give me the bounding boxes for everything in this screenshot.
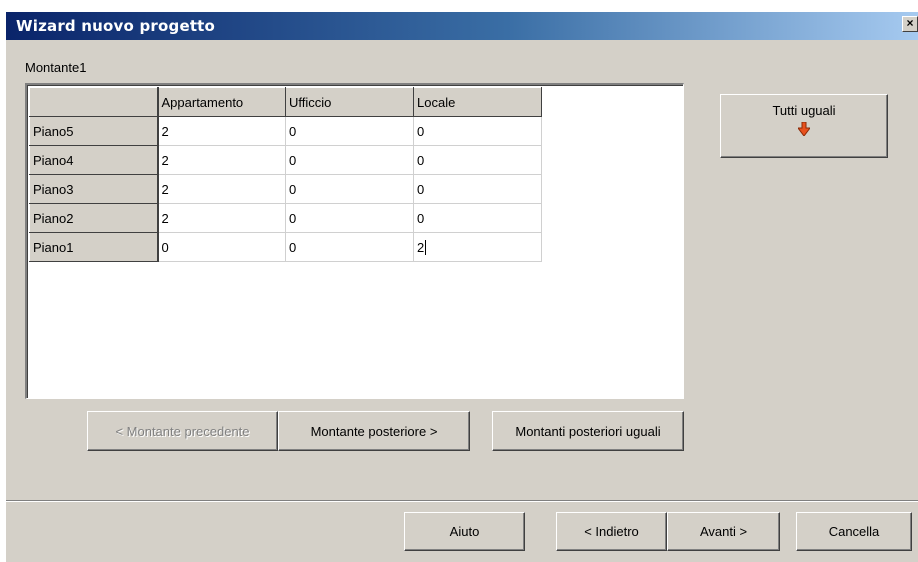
grid-cell[interactable]: 0 [285, 174, 414, 204]
all-same-label: Tutti uguali [772, 103, 836, 118]
next-riser-button[interactable]: Montante posteriore > [278, 411, 470, 451]
table-row: Piano2 2 0 0 [29, 203, 542, 233]
table-row: Piano3 2 0 0 [29, 174, 542, 204]
row-header-piano3[interactable]: Piano3 [29, 174, 159, 204]
help-button[interactable]: Aiuto [404, 512, 525, 551]
column-header-locale[interactable]: Locale [413, 87, 542, 117]
column-header-appartamento[interactable]: Appartamento [157, 87, 286, 117]
grid-cell[interactable]: 2 [157, 145, 286, 175]
close-icon: × [906, 16, 914, 30]
table-row: Piano5 2 0 0 [29, 116, 542, 146]
grid-header-row: Appartamento Ufficcio Locale [29, 87, 542, 117]
grid-cell[interactable]: 0 [285, 232, 414, 262]
row-header-piano2[interactable]: Piano2 [29, 203, 159, 233]
row-header-piano4[interactable]: Piano4 [29, 145, 159, 175]
footer-separator [6, 500, 918, 502]
title-bar: Wizard nuovo progetto × [6, 12, 918, 40]
floor-grid: Appartamento Ufficcio Locale Piano5 2 0 … [29, 87, 542, 262]
grid-cell[interactable]: 2 [157, 203, 286, 233]
grid-cell[interactable]: 0 [413, 174, 542, 204]
grid-corner-cell [29, 87, 159, 117]
all-same-button[interactable]: Tutti uguali [720, 94, 888, 158]
grid-cell[interactable]: 2 [157, 116, 286, 146]
grid-cell[interactable]: 0 [413, 145, 542, 175]
close-button[interactable]: × [902, 16, 918, 32]
window-title: Wizard nuovo progetto [16, 17, 216, 35]
table-row: Piano1 0 0 2 [29, 232, 542, 262]
group-label: Montante1 [25, 60, 87, 75]
grid-cell[interactable]: 2 [157, 174, 286, 204]
grid-cell[interactable]: 0 [285, 145, 414, 175]
grid-cell[interactable]: 0 [157, 232, 286, 262]
next-button[interactable]: Avanti > [667, 512, 780, 551]
editing-value[interactable]: 2 [417, 239, 427, 255]
cancel-button[interactable]: Cancella [796, 512, 912, 551]
row-header-piano5[interactable]: Piano5 [29, 116, 159, 146]
grid-panel: Appartamento Ufficcio Locale Piano5 2 0 … [25, 83, 684, 399]
same-risers-button[interactable]: Montanti posteriori uguali [492, 411, 684, 451]
table-row: Piano4 2 0 0 [29, 145, 542, 175]
grid-cell-editing[interactable]: 2 [413, 232, 542, 262]
grid-cell[interactable]: 0 [413, 203, 542, 233]
prev-riser-button[interactable]: < Montante precedente [87, 411, 278, 451]
row-header-piano1[interactable]: Piano1 [29, 232, 159, 262]
back-button[interactable]: < Indietro [556, 512, 667, 551]
column-header-ufficcio[interactable]: Ufficcio [285, 87, 414, 117]
grid-cell[interactable]: 0 [285, 203, 414, 233]
grid-cell[interactable]: 0 [413, 116, 542, 146]
arrow-down-icon [798, 122, 810, 136]
grid-cell[interactable]: 0 [285, 116, 414, 146]
